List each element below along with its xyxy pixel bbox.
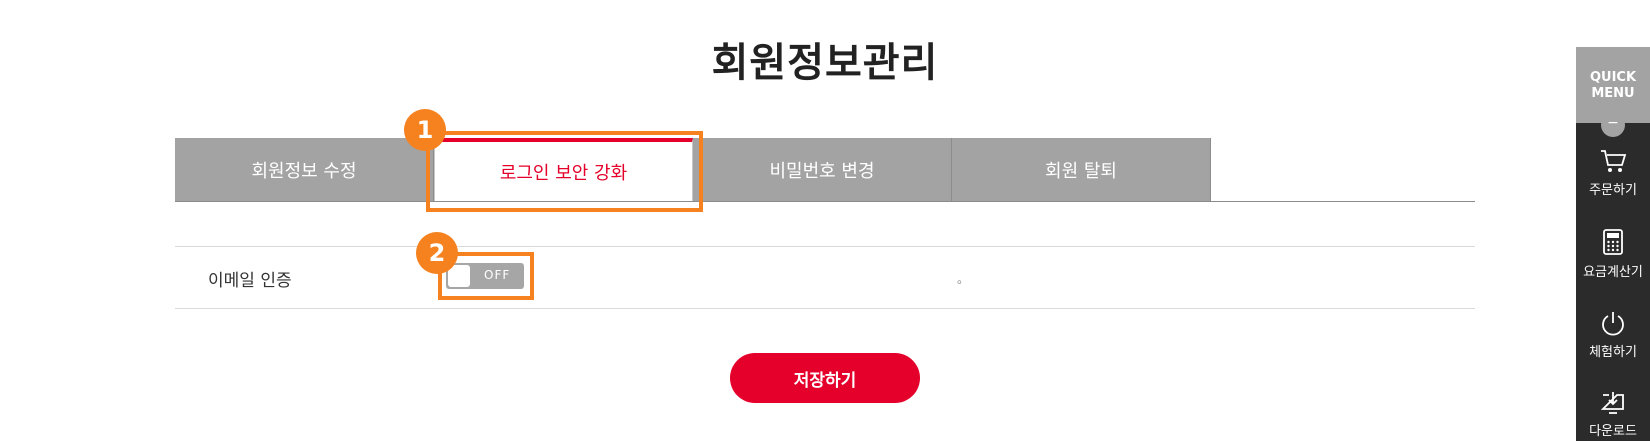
download-icon [1600,392,1624,414]
step-marker-2: 2 [416,232,458,274]
quick-menu: QUICK MENU − 주문하기 요금계산기 체험하기 다운로드 [1576,47,1650,441]
page: 회원정보관리 회원정보 수정 로그인 보안 강화 비밀번호 변경 회원 탈퇴 1… [0,0,1650,441]
quick-item-label: 체험하기 [1589,345,1637,360]
highlight-box-tab [426,131,703,212]
quick-item-label: 다운로드 [1589,424,1637,439]
step-marker-1: 1 [404,109,446,151]
tab-withdraw[interactable]: 회원 탈퇴 [952,138,1211,201]
save-button[interactable]: 저장하기 [730,353,920,403]
tab-change-password[interactable]: 비밀번호 변경 [693,138,952,201]
row-divider-bottom [175,308,1475,309]
email-auth-label: 이메일 인증 [208,271,292,291]
quick-item-download[interactable]: 다운로드 [1576,390,1650,439]
quick-item-label: 요금계산기 [1583,265,1643,280]
page-title: 회원정보관리 [711,40,939,86]
cart-icon [1601,150,1627,172]
quick-item-label: 주문하기 [1589,183,1637,198]
calculator-icon [1603,229,1623,255]
tab-edit-info[interactable]: 회원정보 수정 [175,138,434,201]
tabs-divider [175,201,1475,202]
quick-menu-title: QUICK MENU [1576,47,1650,123]
quick-item-trial[interactable]: 체험하기 [1576,309,1650,360]
collapse-icon[interactable]: − [1601,113,1625,137]
quick-item-calculator[interactable]: 요금계산기 [1576,227,1650,280]
quick-item-order[interactable]: 주문하기 [1576,147,1650,198]
power-icon [1602,312,1624,336]
row-divider-top [175,246,1475,247]
email-auth-note: 。 [957,272,970,286]
